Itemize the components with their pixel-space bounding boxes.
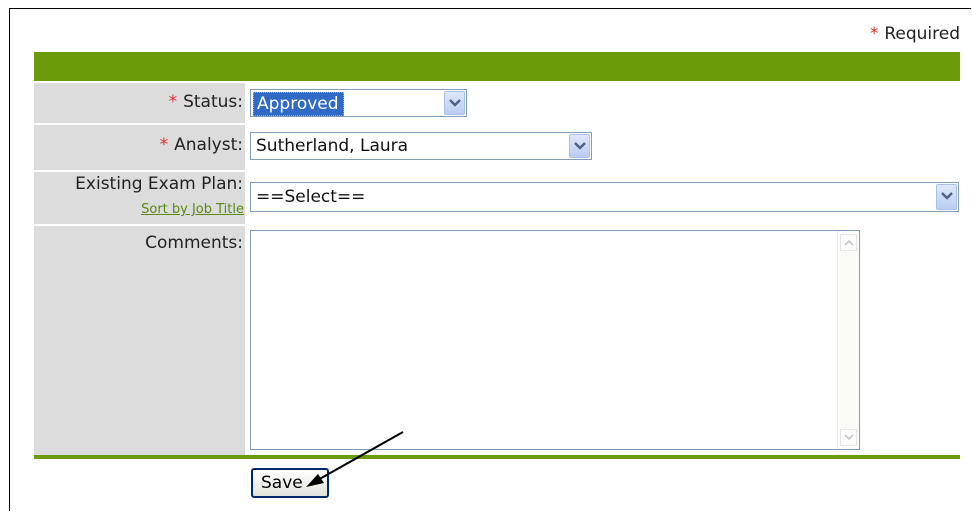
chevron-down-icon (449, 99, 461, 107)
status-label-cell: * Status: (34, 83, 245, 123)
footer-bar (34, 455, 960, 459)
header-bar (34, 52, 960, 81)
exam-plan-label: Existing Exam Plan: (75, 174, 243, 194)
status-selected-value: Approved (253, 92, 344, 116)
status-dropdown-button[interactable] (444, 91, 465, 115)
required-label: Required (884, 24, 960, 44)
analyst-dropdown-button[interactable] (569, 134, 590, 158)
chevron-down-icon (941, 192, 953, 200)
analyst-required-asterisk: * (159, 135, 169, 155)
analyst-label: * Analyst: (160, 135, 243, 155)
analyst-selected-value: Sutherland, Laura (256, 136, 409, 156)
comments-label: Comments: (145, 233, 243, 253)
chevron-up-icon (844, 239, 854, 246)
required-note: * Required (870, 24, 960, 44)
status-required-asterisk: * (168, 92, 178, 112)
analyst-select[interactable]: Sutherland, Laura (250, 132, 592, 160)
status-label-text: Status: (183, 92, 243, 112)
chevron-down-icon (574, 142, 586, 150)
required-asterisk: * (869, 24, 879, 44)
save-button[interactable]: Save (251, 468, 329, 498)
exam-plan-dropdown-button[interactable] (936, 184, 957, 210)
chevron-down-icon (844, 434, 854, 441)
exam-plan-selected-value: ==Select== (256, 187, 366, 207)
exam-plan-select[interactable]: ==Select== (250, 182, 959, 212)
sort-by-job-title-link[interactable]: Sort by Job Title (141, 202, 244, 217)
comments-textarea[interactable] (250, 230, 860, 450)
status-label: * Status: (169, 92, 243, 112)
analyst-label-text: Analyst: (174, 135, 243, 155)
comments-label-cell: Comments: (34, 226, 245, 455)
scroll-up-button[interactable] (840, 234, 857, 251)
scroll-down-button[interactable] (840, 429, 857, 446)
comments-scrollbar[interactable] (837, 231, 859, 449)
status-select[interactable]: Approved (250, 89, 467, 117)
analyst-label-cell: * Analyst: (34, 125, 245, 170)
exam-plan-label-cell: Existing Exam Plan: Sort by Job Title (34, 172, 245, 224)
